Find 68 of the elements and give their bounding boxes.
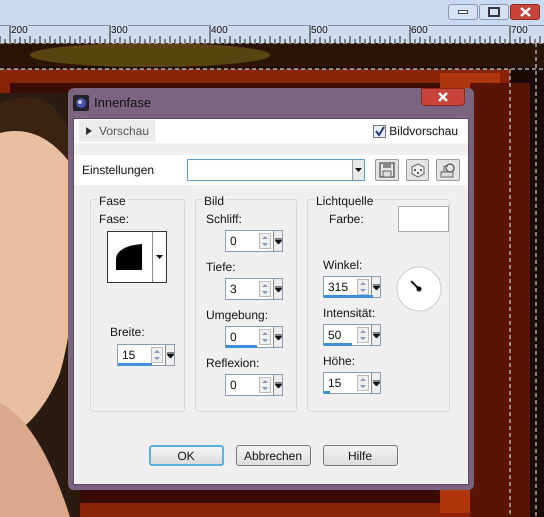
field-label: Winkel: <box>323 257 364 274</box>
spin-arrows-icon <box>259 281 271 297</box>
window-title: Innenfase <box>94 94 152 112</box>
dropdown-icon <box>371 373 380 393</box>
ruler-label: 200 <box>11 25 28 37</box>
field-label: Fase: <box>99 211 130 228</box>
spin-arrows-icon <box>259 329 271 345</box>
number-spinner[interactable]: 0 <box>225 326 283 348</box>
dropdown-icon <box>273 375 282 395</box>
ruler-label: 600 <box>411 25 428 37</box>
dice-button[interactable] <box>406 159 430 181</box>
field-label: Schliff: <box>206 211 243 228</box>
dropdown-icon <box>273 231 282 251</box>
checkbox[interactable] <box>373 124 386 138</box>
save-icon <box>377 160 398 180</box>
field-label: Umgebung: <box>206 307 270 324</box>
ruler-label: 700 <box>511 25 528 37</box>
ruler-label: 400 <box>211 25 228 37</box>
number-spinner[interactable]: 15 <box>323 372 381 394</box>
app-icon <box>73 95 89 111</box>
triangle-right-icon <box>85 127 93 135</box>
maximize-icon <box>488 7 500 17</box>
load-preset-button[interactable] <box>436 159 460 181</box>
spin-arrows-icon <box>357 327 369 343</box>
spin-arrows-icon <box>357 375 369 391</box>
field-label: Reflexion: <box>206 355 260 372</box>
settings-label: Einstellungen <box>82 162 156 179</box>
checkbox-label: Bildvorschau <box>389 123 458 140</box>
close-icon <box>437 92 449 102</box>
dialog-button[interactable]: Hilfe <box>322 445 398 466</box>
dialog-button[interactable]: OK <box>148 445 224 466</box>
field-label: Höhe: <box>323 353 356 370</box>
dropdown-icon <box>273 327 282 347</box>
minimize-button[interactable] <box>448 4 478 20</box>
dropdown-icon <box>273 279 282 299</box>
number-spinner[interactable]: 50 <box>323 324 381 346</box>
preview-toggle[interactable]: Vorschau <box>79 120 156 142</box>
field-label: Tiefe: <box>206 259 237 276</box>
number-spinner[interactable]: 0 <box>225 230 283 252</box>
color-swatch[interactable] <box>398 206 449 232</box>
minimize-icon <box>458 10 468 14</box>
dropdown-icon <box>371 325 380 345</box>
save-button[interactable] <box>375 159 399 181</box>
spin-arrows-icon <box>151 347 163 363</box>
number-spinner[interactable]: 15 <box>117 344 175 366</box>
ruler-label: 300 <box>111 25 128 37</box>
field-label: Breite: <box>110 324 146 341</box>
field-label: Farbe: <box>329 211 365 228</box>
number-spinner[interactable]: 3 <box>225 278 283 300</box>
spin-arrows-icon <box>259 377 271 393</box>
caret-icon <box>156 255 163 259</box>
spin-arrows-icon <box>259 233 271 249</box>
close-button[interactable] <box>421 88 465 106</box>
field-label: Intensität: <box>323 305 376 322</box>
bevel-profile-icon <box>116 244 144 270</box>
spin-arrows-icon <box>357 279 369 295</box>
dialog-button[interactable]: Abbrechen <box>236 445 310 466</box>
ruler-label: 500 <box>311 25 328 37</box>
dropdown-icon <box>165 345 174 365</box>
maximize-button[interactable] <box>479 4 509 20</box>
settings-dropdown[interactable] <box>186 159 366 181</box>
dropdown-icon <box>371 277 380 297</box>
number-spinner[interactable]: 315 <box>323 276 381 298</box>
bevel-shape-dropdown[interactable] <box>107 231 167 283</box>
caret-icon <box>355 168 362 172</box>
close-button[interactable] <box>510 4 540 20</box>
number-spinner[interactable]: 0 <box>225 374 283 396</box>
close-icon <box>520 7 530 17</box>
